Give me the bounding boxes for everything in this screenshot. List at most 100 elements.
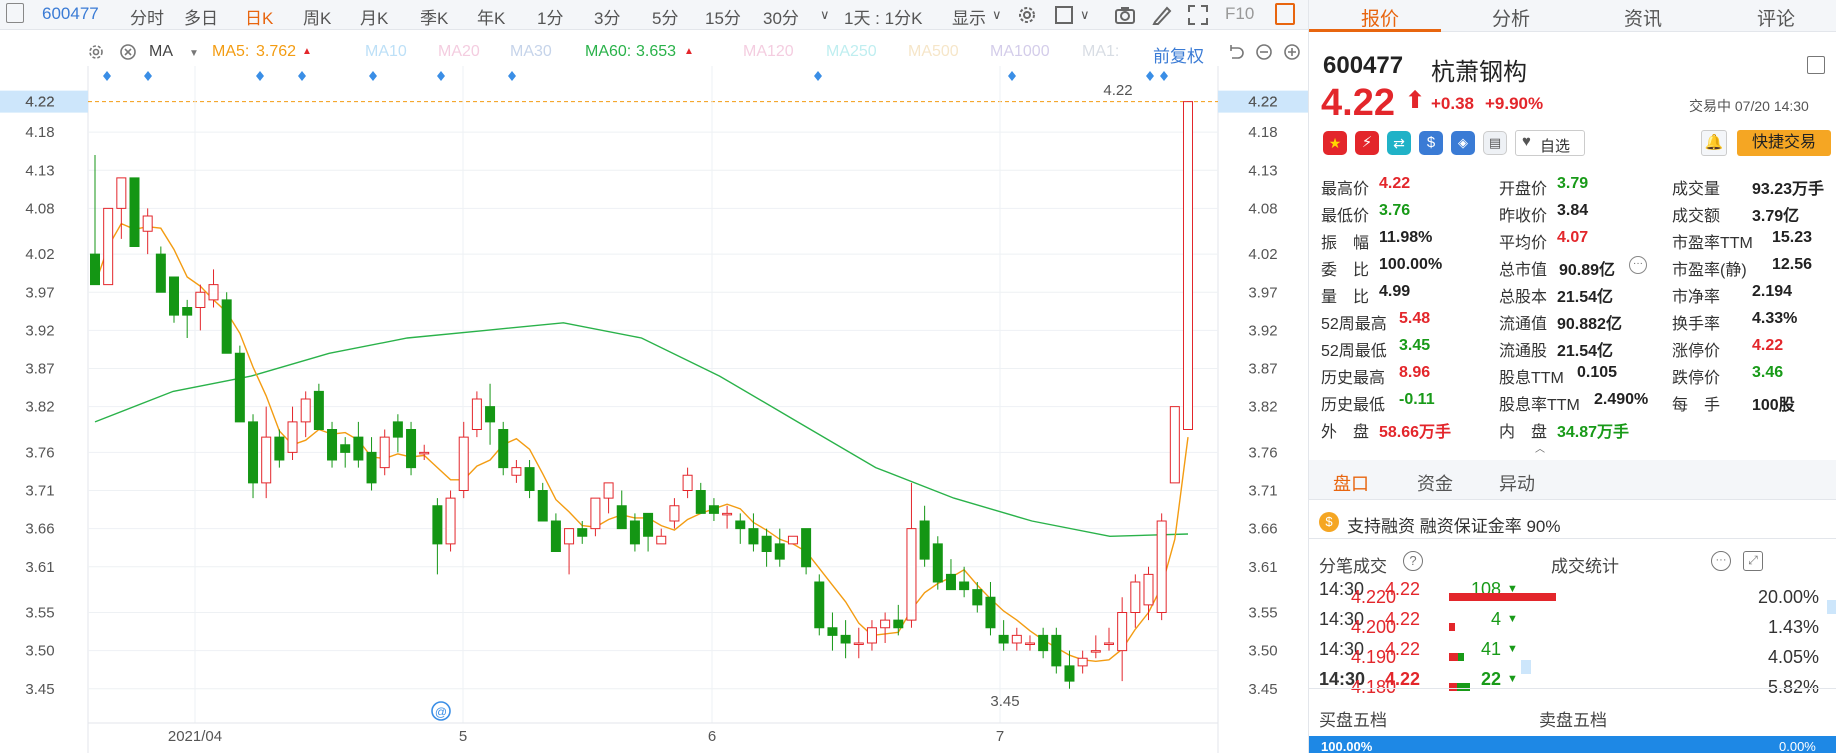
tab-comments[interactable]: 评论	[1757, 4, 1795, 31]
note-icon[interactable]: ▤	[1483, 131, 1507, 155]
field-label: 委 比	[1321, 262, 1370, 279]
kline-chart-area[interactable]: 4.22 4.22 4.22 4.18 4.13 4.08 4.02 3.97 3.92 3.8…	[0, 30, 1308, 753]
zoom-out-icon[interactable]	[1254, 42, 1274, 62]
y-tick-label-right: 3.45	[1248, 681, 1277, 698]
panel-toggle-icon[interactable]	[1275, 3, 1295, 25]
shuffle-icon[interactable]: ⇄	[1387, 131, 1411, 155]
tab-intraday[interactable]: 分时	[130, 4, 164, 29]
tab-yearly-k[interactable]: 年K	[477, 4, 505, 29]
display-chevron-icon[interactable]: ∨	[992, 7, 1002, 23]
field-label: 总市值	[1499, 262, 1548, 279]
settings-gear-icon[interactable]	[1016, 4, 1038, 26]
quick-trade-button[interactable]: 快捷交易	[1737, 130, 1831, 156]
x-tick-label: 2021/04	[168, 728, 222, 745]
ma5-label: MA5:	[212, 43, 250, 60]
undo-icon[interactable]	[1226, 42, 1246, 62]
indicator-type-label[interactable]: MA	[149, 43, 173, 61]
candle-body	[392, 421, 403, 438]
camera-icon[interactable]	[1114, 4, 1136, 26]
field-label: 市净率	[1672, 289, 1721, 306]
heart-icon: ♥	[1522, 133, 1531, 150]
tick-down-arrow-icon: ▼	[1507, 673, 1518, 685]
tab-15min[interactable]: 15分	[705, 4, 741, 29]
tab-1min[interactable]: 1分	[537, 4, 563, 29]
more-options-icon[interactable]: ···	[1711, 551, 1731, 571]
tag-icon[interactable]: ◈	[1451, 131, 1475, 155]
lightning-icon[interactable]: ⚡	[1355, 131, 1379, 155]
candle-body	[853, 642, 864, 645]
tab-3min[interactable]: 3分	[594, 4, 620, 29]
y-tick-label-right: 3.66	[1248, 521, 1277, 538]
scrollbar-right[interactable]	[1827, 600, 1836, 614]
tab-analysis[interactable]: 分析	[1492, 4, 1530, 31]
tab-30min[interactable]: 30分	[763, 4, 799, 29]
zoom-panel-icon[interactable]: ⤢	[1743, 551, 1763, 571]
draw-pen-icon[interactable]	[1151, 4, 1173, 26]
alert-bell-icon[interactable]: 🔔	[1701, 130, 1727, 156]
field-label: 市盈率(静)	[1672, 262, 1747, 279]
watchlist-button[interactable]: ♥ 自选	[1515, 130, 1585, 156]
field-value: 5.48	[1399, 310, 1431, 327]
x-tick-label: 5	[459, 728, 467, 745]
candle	[221, 292, 232, 354]
frame-icon[interactable]	[1053, 4, 1075, 26]
collapse-panel-icon[interactable]	[1807, 56, 1825, 74]
candle-body	[722, 512, 733, 516]
indicator-chevron-icon[interactable]: ▼	[189, 48, 199, 59]
candle-body	[669, 505, 680, 522]
y-axis-right: 4.22 4.18 4.13 4.08 4.02 3.97 3.92 3.87 3.82 3.76…	[1248, 94, 1277, 698]
field-label: 成交量	[1672, 181, 1721, 198]
f10-button[interactable]: F10	[1225, 4, 1254, 24]
tab-anomaly[interactable]: 异动	[1499, 470, 1535, 496]
tab-orderbook[interactable]: 盘口	[1333, 470, 1369, 496]
scrollbar[interactable]	[1521, 660, 1531, 674]
candle-body	[577, 528, 588, 537]
candle-body	[261, 436, 272, 484]
candle-body	[485, 406, 496, 423]
frame-chevron-icon[interactable]: ∨	[1080, 7, 1090, 23]
candle-body	[1130, 581, 1141, 613]
indicator-close-icon[interactable]	[118, 42, 138, 62]
more-info-icon[interactable]: ···	[1629, 256, 1647, 274]
field-value: 4.22	[1379, 175, 1411, 192]
sidebar-toggle-icon[interactable]	[6, 3, 24, 23]
field-value: 58.66万手	[1379, 424, 1452, 441]
china-flag-icon[interactable]: ★	[1323, 131, 1347, 155]
tab-news[interactable]: 资讯	[1624, 4, 1662, 31]
dollar-icon[interactable]: $	[1419, 131, 1443, 155]
candle-body	[972, 589, 983, 606]
field-value: 90.882亿	[1557, 316, 1622, 333]
tab-daily-k[interactable]: 日K	[245, 4, 273, 29]
candle-body	[498, 429, 509, 469]
tab-capital-flow[interactable]: 资金	[1417, 470, 1453, 496]
tab-5min[interactable]: 5分	[652, 4, 678, 29]
stat-bar-buy	[1449, 623, 1455, 631]
y-tick-label-right: 3.97	[1248, 284, 1277, 301]
y-tick-label-right: 3.55	[1248, 605, 1277, 622]
interval-selector[interactable]: 1天 : 1分K	[844, 4, 922, 29]
field-value: 100股	[1752, 397, 1795, 414]
ma500-label: MA500	[908, 43, 959, 60]
display-menu[interactable]: 显示	[952, 4, 986, 29]
tab-weekly-k[interactable]: 周K	[303, 4, 331, 29]
tab-quote[interactable]: 报价	[1361, 4, 1399, 31]
y-tick-label-right: 4.08	[1248, 200, 1277, 217]
adjust-mode-button[interactable]: 前复权	[1153, 42, 1204, 67]
field-label: 每 手	[1672, 397, 1721, 414]
help-icon[interactable]: ?	[1403, 551, 1423, 571]
fullscreen-icon[interactable]	[1187, 4, 1209, 26]
field-value: 12.56	[1772, 256, 1813, 273]
more-periods-chevron-icon[interactable]: ∨	[820, 7, 830, 23]
expand-chevron-icon[interactable]: ︿	[1535, 440, 1545, 455]
field-label: 流通值	[1499, 316, 1548, 333]
field-value: 4.99	[1379, 283, 1411, 300]
stat-pct: 20.00%	[1757, 587, 1819, 607]
indicator-settings-icon[interactable]	[86, 42, 106, 62]
zoom-in-icon[interactable]	[1282, 42, 1302, 62]
candle	[787, 535, 798, 545]
y-tick-label: 3.61	[25, 559, 54, 576]
tab-multiday[interactable]: 多日	[184, 4, 218, 29]
tab-monthly-k[interactable]: 月K	[360, 4, 388, 29]
tab-quarterly-k[interactable]: 季K	[420, 4, 448, 29]
kline-chart[interactable]: 4.22 4.22 4.22 4.18 4.13 4.08 4.02 3.97 3.92 3.8…	[0, 30, 1308, 753]
